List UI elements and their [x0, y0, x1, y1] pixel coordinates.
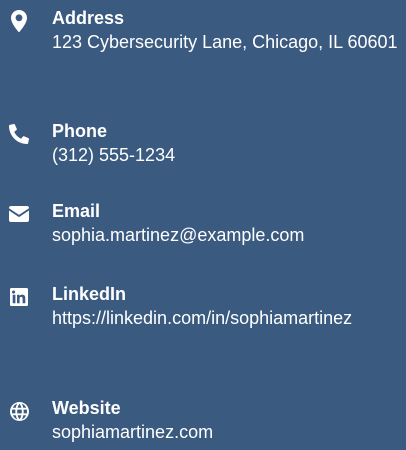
phone-value[interactable]: (312) 555-1234: [52, 143, 402, 168]
contact-item-website[interactable]: Website sophiamartinez.com: [0, 396, 406, 445]
contact-item-address: Address 123 Cybersecurity Lane, Chicago,…: [0, 6, 406, 55]
website-value[interactable]: sophiamartinez.com: [52, 420, 402, 445]
contact-info-panel: Address 123 Cybersecurity Lane, Chicago,…: [0, 0, 406, 450]
contact-item-email[interactable]: Email sophia.martinez@example.com: [0, 199, 406, 248]
phone-icon: [8, 123, 30, 145]
map-marker-icon: [8, 10, 30, 32]
linkedin-value[interactable]: https://linkedin.com/in/sophiamartinez: [52, 306, 402, 331]
linkedin-label: LinkedIn: [52, 284, 127, 304]
email-value[interactable]: sophia.martinez@example.com: [52, 223, 402, 248]
phone-label: Phone: [52, 121, 108, 141]
contact-item-linkedin[interactable]: LinkedIn https://linkedin.com/in/sophiam…: [0, 282, 406, 331]
contact-item-phone[interactable]: Phone (312) 555-1234: [0, 119, 406, 168]
linkedin-icon: [8, 286, 30, 308]
website-label: Website: [52, 398, 121, 418]
address-value: 123 Cybersecurity Lane, Chicago, IL 6060…: [52, 32, 398, 52]
email-label: Email: [52, 201, 101, 221]
envelope-icon: [8, 203, 30, 225]
globe-icon: [8, 400, 30, 422]
address-label: Address: [52, 8, 125, 28]
